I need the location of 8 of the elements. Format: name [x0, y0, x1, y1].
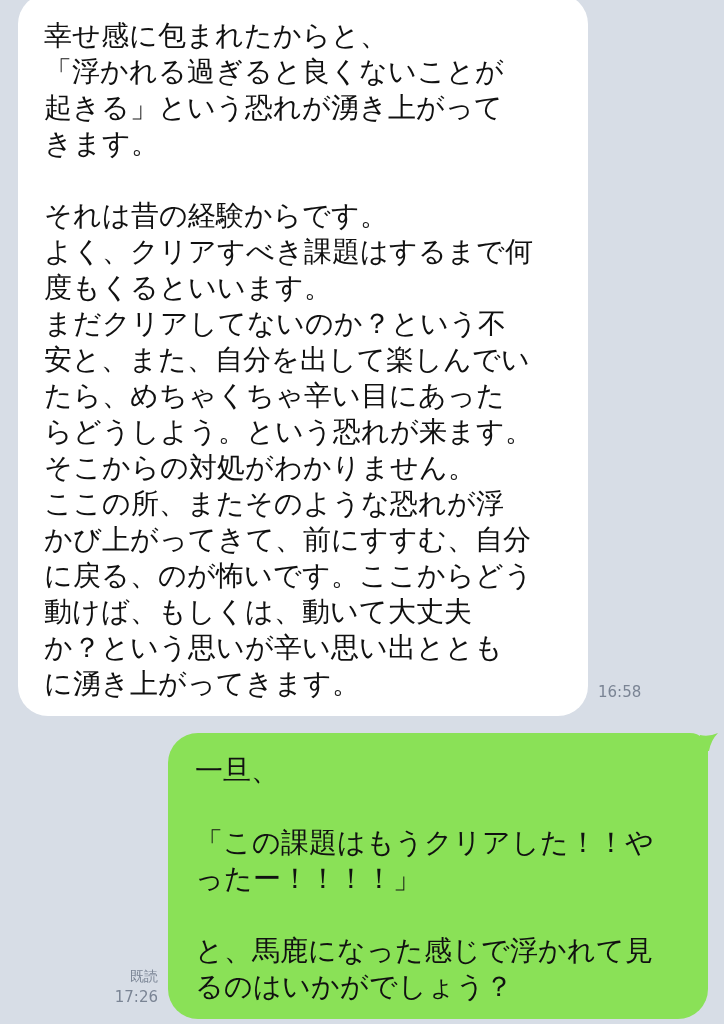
message-text: 幸せ感に包まれたからと、 「浮かれる過ぎると良くないことが 起きる」という恐れが湧き上がって きます。: [44, 18, 505, 162]
timestamp: 16:58: [598, 682, 642, 702]
timestamp: 17:26: [114, 987, 158, 1007]
message-text: 「この課題はもうクリアした！！や ったー！！！！」: [195, 825, 655, 897]
message-text: 一旦、: [195, 753, 280, 789]
message-text: と、馬鹿になった感じで浮かれて見 るのはいかがでしょう？: [195, 933, 654, 1005]
message-text: それは昔の経験からです。 よく、クリアすべき課題はするまで何 度もくるといいます。 まだクリアしてないのか？という不 安と、また、自分を出して楽しんでい たら、めちゃくちゃ辛い目にあった らどうしよう。という恐れが来ます。 そこからの対処がわかりません。 ここの所、またそのような恐れが浮 かび上がってきて、前にすすむ、自分 に戻る、のが怖いです。ここからどう 動けば、もしくは、動いて大丈夫 か？という思いが辛い思い出ととも に湧き上がってきます。: [44, 198, 534, 702]
read-receipt: 既読: [130, 967, 158, 986]
